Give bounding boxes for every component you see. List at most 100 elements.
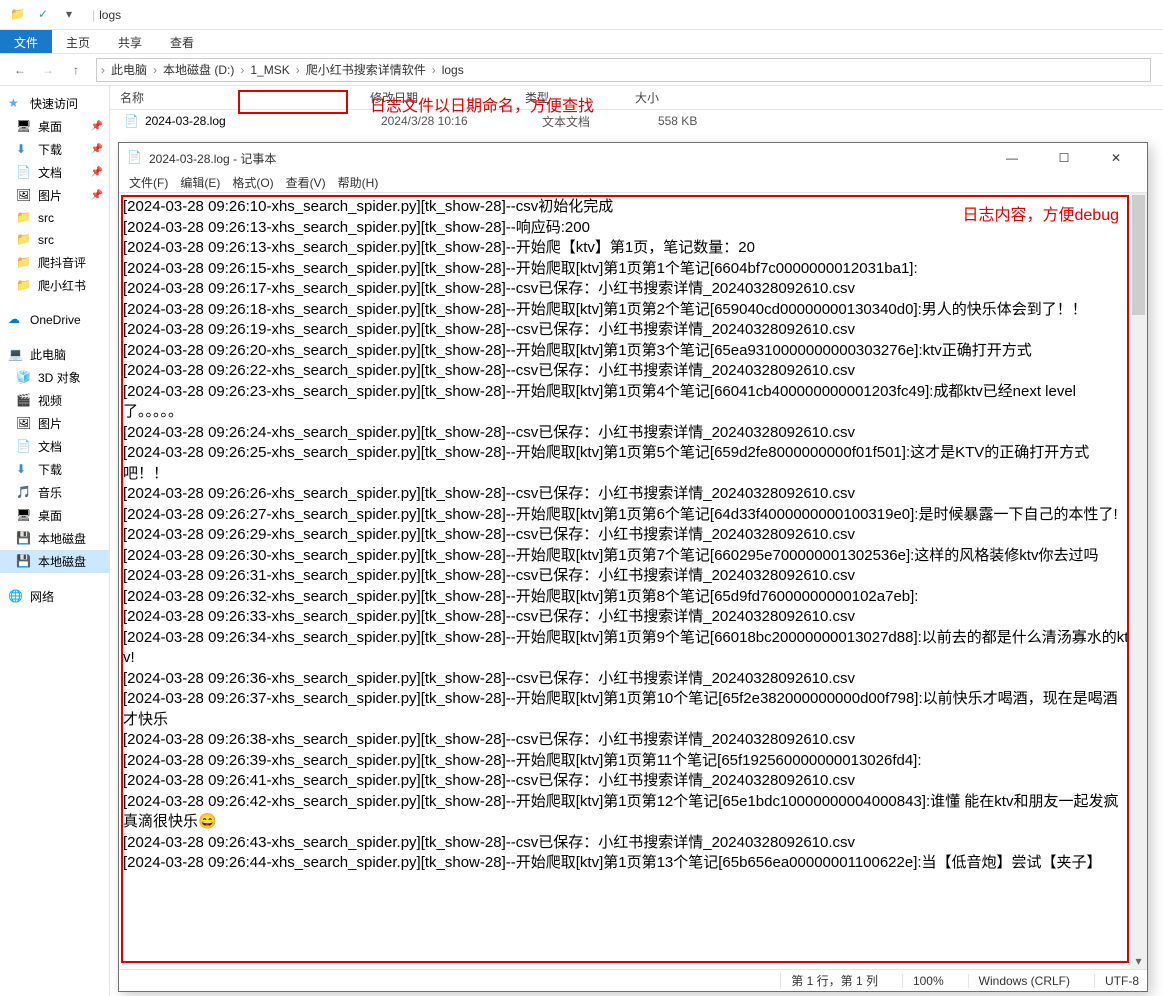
notepad-window: 2024-03-28.log - 记事本 — ☐ ✕ 文件(F) 编辑(E) 格… [118,142,1148,992]
file-size: 558 KB [658,114,758,128]
separator: | [92,8,95,22]
video-icon [16,393,32,409]
ribbon: 文件 主页 共享 查看 [0,30,1163,54]
notepad-title: 2024-03-28.log - 记事本 [149,150,983,167]
crumb-pc[interactable]: 此电脑 [105,61,153,78]
menu-view[interactable]: 查看(V) [280,174,332,191]
crumb-logs[interactable]: logs [436,63,470,77]
crumb-disk[interactable]: 本地磁盘 (D:) [157,61,240,78]
sidebar-item-disk-c[interactable]: 本地磁盘 [0,527,109,550]
window-title: logs [99,8,121,22]
desktop-icon [16,508,32,524]
col-name[interactable]: 名称 [110,89,360,106]
sidebar-item-downloads2[interactable]: 下载 [0,458,109,481]
sidebar-item-music[interactable]: 音乐 [0,481,109,504]
annotation-text-1: 日志文件以日期命名，方便查找 [370,92,594,116]
notepad-icon [127,150,143,166]
menu-format[interactable]: 格式(O) [226,174,279,191]
menu-edit[interactable]: 编辑(E) [174,174,226,191]
pin-icon: 📌 [91,144,103,155]
3d-icon [16,370,32,386]
sidebar-this-pc[interactable]: 此电脑 [0,343,109,366]
explorer-titlebar: | logs [0,0,1163,30]
notepad-statusbar: 第 1 行，第 1 列 100% Windows (CRLF) UTF-8 [119,969,1147,991]
dropdown-icon[interactable] [66,7,82,23]
menu-help[interactable]: 帮助(H) [332,174,385,191]
sidebar-item-dy[interactable]: 爬抖音评 [0,251,109,274]
column-headers: 名称 修改日期 类型 大小 [110,86,1163,110]
sidebar: 快速访问 桌面📌 下载📌 文档📌 图片📌 src src 爬抖音评 爬小红书 O… [0,86,110,996]
download-icon [16,142,32,158]
sidebar-item-documents[interactable]: 文档📌 [0,161,109,184]
document-icon [16,165,32,181]
sidebar-item-downloads[interactable]: 下载📌 [0,138,109,161]
status-eol: Windows (CRLF) [968,974,1070,988]
sidebar-item-videos[interactable]: 视频 [0,389,109,412]
breadcrumb[interactable]: › 此电脑› 本地磁盘 (D:)› 1_MSK› 爬小红书搜索详情软件› log… [96,58,1151,82]
pin-icon: 📌 [91,167,103,178]
folder-icon [16,210,32,226]
up-button[interactable]: ↑ [62,56,90,84]
picture-icon [16,416,32,432]
maximize-button[interactable]: ☐ [1041,143,1087,173]
sidebar-item-src1[interactable]: src [0,207,109,229]
file-date: 2024/3/28 10:16 [381,114,536,128]
status-pos: 第 1 行，第 1 列 [780,972,878,989]
file-name: 2024-03-28.log [145,114,375,128]
sidebar-item-disk-d[interactable]: 本地磁盘 [0,550,109,573]
music-icon [16,485,32,501]
network-icon [8,589,24,605]
sidebar-item-3d[interactable]: 3D 对象 [0,366,109,389]
sidebar-item-desktop2[interactable]: 桌面 [0,504,109,527]
annotation-text-2: 日志内容，方便debug [963,201,1120,225]
menu-file[interactable]: 文件(F) [123,174,174,191]
folder-icon [16,278,32,294]
sidebar-onedrive[interactable]: OneDrive [0,309,109,331]
tab-home[interactable]: 主页 [52,30,104,53]
sidebar-network[interactable]: 网络 [0,585,109,608]
sidebar-item-documents2[interactable]: 文档 [0,435,109,458]
crumb-msk[interactable]: 1_MSK [244,63,295,77]
sidebar-item-src2[interactable]: src [0,229,109,251]
sidebar-item-xhs[interactable]: 爬小红书 [0,274,109,297]
cloud-icon [8,312,24,328]
disk-icon [16,554,32,570]
download-icon [16,462,32,478]
document-icon [16,439,32,455]
status-enc: UTF-8 [1094,974,1139,988]
notepad-titlebar[interactable]: 2024-03-28.log - 记事本 — ☐ ✕ [119,143,1147,173]
folder-icon [16,255,32,271]
forward-button[interactable]: → [34,56,62,84]
scroll-down-icon[interactable]: ▾ [1130,952,1147,969]
pin-icon: 📌 [91,190,103,201]
tab-share[interactable]: 共享 [104,30,156,53]
sidebar-item-pictures[interactable]: 图片📌 [0,184,109,207]
file-row[interactable]: 2024-03-28.log 2024/3/28 10:16 文本文档 558 … [110,110,1163,132]
notepad-body: [2024-03-28 09:26:10-xhs_search_spider.p… [119,193,1147,969]
folder-icon [10,7,26,23]
status-zoom: 100% [902,974,944,988]
scrollbar[interactable]: ▴ ▾ [1130,193,1147,969]
tab-file[interactable]: 文件 [0,30,52,53]
crumb-spider[interactable]: 爬小红书搜索详情软件 [300,61,432,78]
desktop-icon [16,119,32,135]
picture-icon [16,188,32,204]
disk-icon [16,531,32,547]
notepad-text[interactable]: [2024-03-28 09:26:10-xhs_search_spider.p… [119,193,1147,878]
file-icon [124,114,139,128]
close-button[interactable]: ✕ [1093,143,1139,173]
sidebar-quick-access[interactable]: 快速访问 [0,92,109,115]
pc-icon [8,347,24,363]
tab-view[interactable]: 查看 [156,30,208,53]
back-button[interactable]: ← [6,56,34,84]
folder-icon [16,232,32,248]
pin-icon: 📌 [91,121,103,132]
sidebar-item-desktop[interactable]: 桌面📌 [0,115,109,138]
scroll-thumb[interactable] [1132,195,1145,315]
check-icon[interactable] [38,7,54,23]
col-size[interactable]: 大小 [625,89,725,106]
star-icon [8,96,24,112]
minimize-button[interactable]: — [989,143,1035,173]
sidebar-item-pictures2[interactable]: 图片 [0,412,109,435]
nav-bar: ← → ↑ › 此电脑› 本地磁盘 (D:)› 1_MSK› 爬小红书搜索详情软… [0,54,1163,86]
